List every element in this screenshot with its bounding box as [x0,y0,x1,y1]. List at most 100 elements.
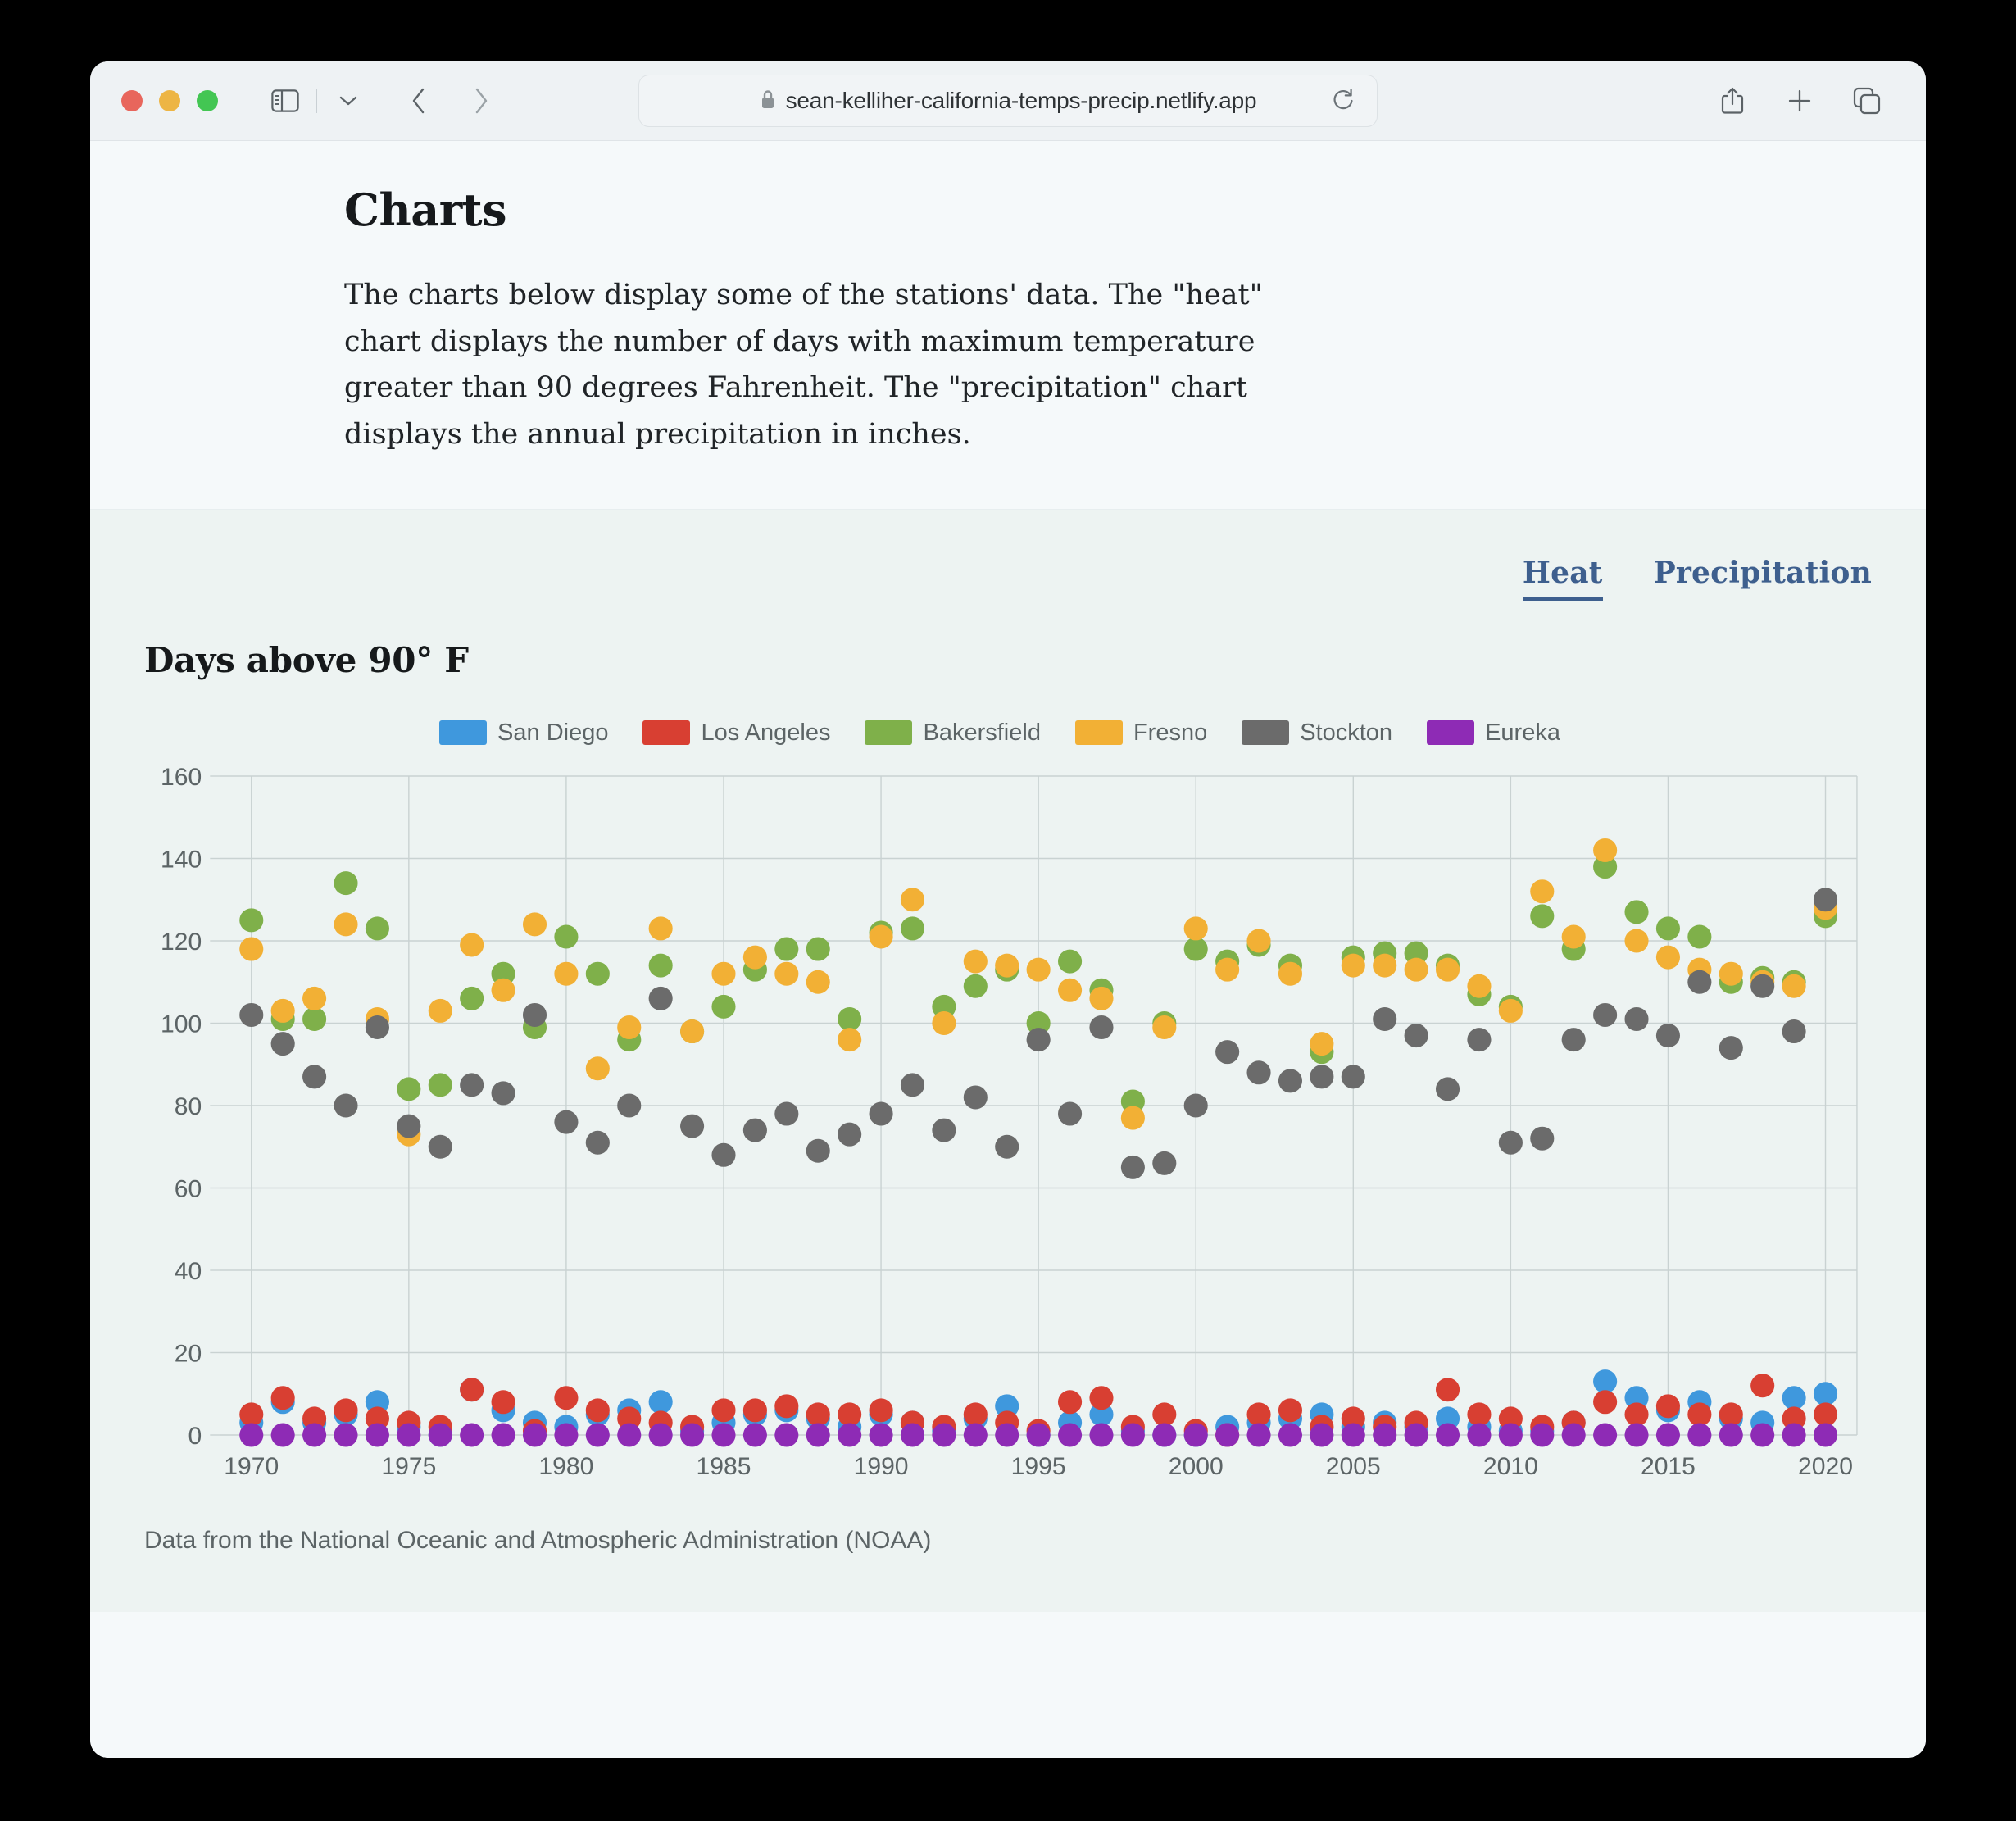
data-point [680,1019,705,1043]
data-point [585,1056,610,1081]
legend-swatch-stockton [1242,720,1290,746]
data-point [270,998,295,1023]
data-point [774,1423,799,1447]
address-bar[interactable]: sean-kelliher-california-temps-precip.ne… [638,75,1378,127]
data-point [1813,1382,1838,1405]
data-point [1278,961,1303,986]
legend-item-los-angeles[interactable]: Los Angeles [642,720,830,747]
y-tick-label: 160 [161,764,202,791]
data-point [711,1423,736,1447]
data-point [1246,1402,1271,1427]
page-title: Charts [344,184,507,236]
data-point [774,961,799,986]
data-point [1404,1423,1428,1447]
data-point [963,1085,988,1110]
plot-wrapper: 0 20 40 60 80 100 120 140 160 1970 1975 1980 1985 199… [90,761,1926,1499]
data-point [365,1423,389,1447]
data-point [869,924,893,949]
share-icon[interactable] [1711,79,1754,122]
browser-toolbar: sean-kelliher-california-temps-precip.ne… [90,61,1926,141]
url-text: sean-kelliher-california-temps-precip.ne… [785,88,1257,113]
data-point [617,1423,642,1447]
minimize-window-button[interactable] [159,90,180,111]
data-point [774,937,799,961]
x-tick-label: 2010 [1483,1453,1538,1480]
data-point [302,986,327,1010]
data-point [1089,1423,1114,1447]
sidebar-toggle-icon[interactable] [264,79,306,122]
data-point [774,1394,799,1419]
data-point [648,1423,673,1447]
data-point [1782,1423,1806,1447]
legend-swatch-los-angeles [642,720,691,746]
data-point [302,1065,327,1089]
maximize-window-button[interactable] [197,90,218,111]
data-point [1278,1398,1303,1423]
data-point [428,1073,452,1097]
legend-item-eureka[interactable]: Eureka [1427,720,1560,747]
data-point [1120,1106,1145,1130]
data-point [869,1423,893,1447]
data-point [428,1423,452,1447]
data-point [1089,1386,1114,1410]
chevron-down-icon[interactable] [327,79,370,122]
legend-item-bakersfield[interactable]: Bakersfield [865,719,1041,747]
data-point [1561,1423,1586,1447]
tab-precipitation[interactable]: Precipitation [1654,556,1872,601]
data-point [995,1423,1019,1447]
tab-overview-icon[interactable] [1846,79,1888,122]
data-point [1719,1402,1743,1427]
data-point [963,974,988,998]
legend-label-bakersfield: Bakersfield [923,719,1041,746]
data-point [1373,1423,1397,1447]
chevron-left-icon[interactable] [397,79,440,122]
data-point [1750,974,1775,998]
data-point [1782,974,1806,998]
data-point [1152,1015,1177,1039]
browser-window: sean-kelliher-california-temps-precip.ne… [90,61,1926,1758]
toolbar-divider [316,89,317,113]
data-point [428,998,452,1023]
data-point [900,1423,925,1447]
tab-heat[interactable]: Heat [1522,556,1603,601]
data-point [1593,1369,1618,1393]
sidebar-controls [264,79,370,122]
legend-item-fresno[interactable]: Fresno [1074,719,1208,747]
data-point [1089,986,1114,1010]
scatter-plot-svg[interactable]: 0 20 40 60 80 100 120 140 160 1970 1975 1980 1985 199… [144,761,1872,1499]
data-point [1750,1373,1775,1397]
data-point [1530,1423,1555,1447]
data-point [554,1423,579,1447]
data-point [1120,1423,1145,1447]
legend-item-stockton[interactable]: Stockton [1242,720,1392,747]
legend-item-san-diego[interactable]: San Diego [439,720,608,747]
legend-label-los-angeles: Los Angeles [701,719,831,746]
data-point [1373,1006,1397,1031]
close-window-button[interactable] [121,90,143,111]
plus-icon[interactable] [1778,79,1821,122]
data-point [1498,998,1523,1023]
data-point [554,961,579,986]
data-point [932,1423,956,1447]
data-point [334,912,358,937]
reload-icon[interactable] [1331,87,1355,116]
data-point [1183,1423,1208,1447]
data-point [1183,1093,1208,1118]
legend-swatch-fresno [1074,720,1123,746]
data-point [1341,1065,1365,1089]
data-point [1655,945,1680,970]
chevron-right-icon[interactable] [460,79,502,122]
scatter-plot[interactable]: 0 20 40 60 80 100 120 140 160 1970 1975 1980 1985 199… [144,761,1872,1499]
data-point [1593,1002,1618,1027]
x-tick-label: 1970 [224,1453,279,1480]
data-point [648,986,673,1010]
data-point [1373,953,1397,978]
data-point [1058,1423,1083,1447]
data-point [711,1142,736,1167]
legend-label-san-diego: San Diego [497,719,609,746]
data-point [1782,1019,1806,1043]
page-content: Charts The charts below display some of … [90,141,1926,1758]
data-point [742,1423,767,1447]
data-point [1498,1130,1523,1155]
legend-label-fresno: Fresno [1133,719,1208,746]
